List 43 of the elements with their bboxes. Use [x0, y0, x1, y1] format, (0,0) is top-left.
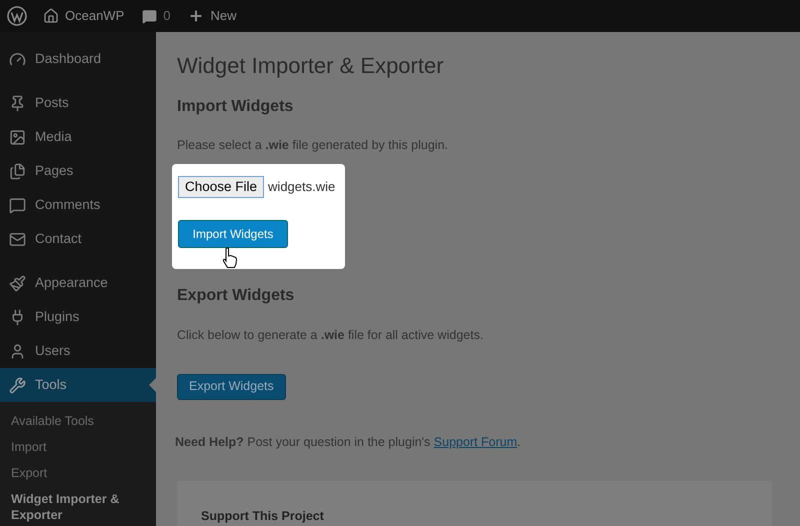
export-instructions: Click below to generate a .wie file for all active widgets.	[177, 326, 484, 344]
page-title: Widget Importer & Exporter	[177, 52, 445, 80]
menu-item[interactable]: Users	[0, 334, 156, 368]
submenu-item[interactable]: Export	[0, 460, 156, 486]
panel-heading: Support This Project	[201, 508, 325, 526]
submenu-item[interactable]: Import	[0, 434, 156, 460]
plus-icon[interactable]	[188, 8, 204, 24]
paintbrush-icon	[9, 274, 26, 292]
home-icon[interactable]	[43, 8, 59, 24]
menu-item[interactable]: Contact	[0, 222, 156, 256]
export-button[interactable]: Export Widgets	[177, 374, 286, 400]
envelope-icon	[9, 230, 26, 248]
menu-item[interactable]: Dashboard	[0, 42, 156, 76]
menu-item[interactable]: Plugins	[0, 300, 156, 334]
site-link[interactable]: OceanWP	[65, 6, 124, 26]
current-arrow-icon	[149, 378, 156, 392]
section-heading: Export Widgets	[177, 286, 296, 306]
menu-item[interactable]: Tools	[0, 368, 156, 402]
pin-icon	[9, 94, 26, 112]
submenu-item[interactable]: Widget Importer & Exporter	[0, 486, 156, 526]
choose-file-button[interactable]: Choose File	[178, 176, 264, 198]
menu-item[interactable]: Media	[0, 120, 156, 154]
menu-item[interactable]: Posts	[0, 86, 156, 120]
wordpress-logo-icon[interactable]	[7, 6, 27, 26]
comment-count[interactable]: 0	[163, 6, 170, 26]
menu-item[interactable]: Pages	[0, 154, 156, 188]
file-name: widgets.wie	[268, 178, 336, 196]
wrench-icon	[9, 376, 26, 394]
speech-bubble-icon	[9, 196, 26, 214]
menu-item[interactable]: Appearance	[0, 266, 156, 300]
pages-icon	[9, 162, 26, 180]
import-button[interactable]: Import Widgets	[178, 220, 288, 248]
help-text: Need Help? Post your question in the plugin's Support Forum.	[175, 434, 522, 451]
section-heading: Import Widgets	[177, 97, 294, 117]
new-link[interactable]: New	[210, 6, 236, 26]
user-icon	[9, 342, 26, 360]
media-icon	[9, 128, 26, 146]
support-forum-link[interactable]: Support Forum	[434, 434, 518, 448]
import-instructions: Please select a .wie file generated by this plugin.	[177, 137, 450, 154]
comment-icon[interactable]	[142, 8, 158, 24]
submenu-item[interactable]: Available Tools	[0, 408, 156, 434]
menu-item[interactable]: Comments	[0, 188, 156, 222]
dashboard-icon	[9, 50, 26, 68]
